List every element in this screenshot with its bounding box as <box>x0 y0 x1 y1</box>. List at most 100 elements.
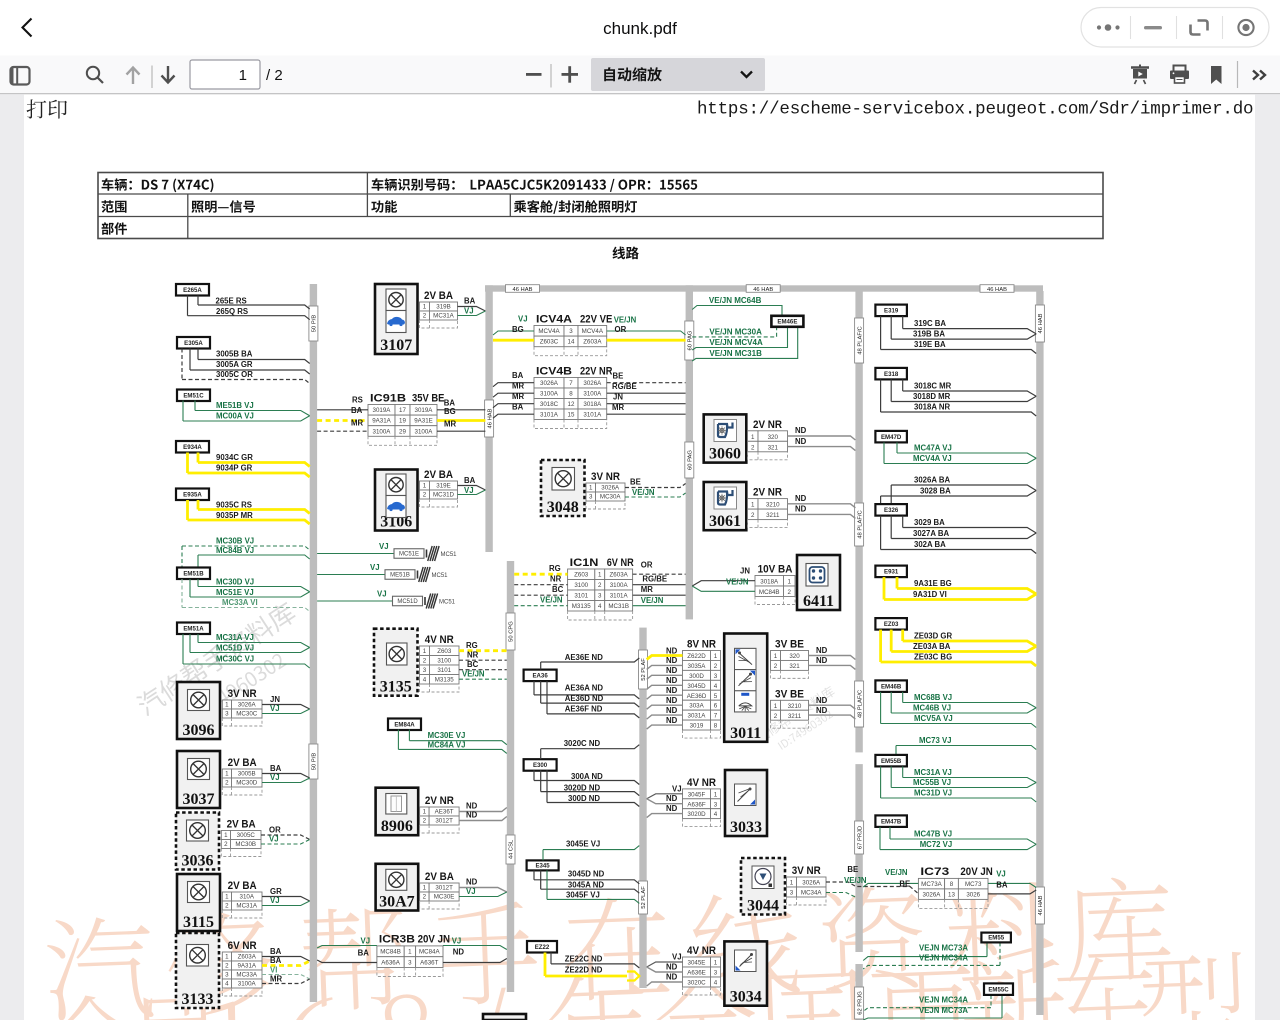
svg-text:MCV5A VJ: MCV5A VJ <box>914 714 953 723</box>
svg-text:67 PRJD: 67 PRJD <box>857 826 863 849</box>
svg-text:MR: MR <box>641 585 653 594</box>
svg-text:3011: 3011 <box>730 725 761 742</box>
svg-text:OR: OR <box>641 561 653 570</box>
svg-text:46 HAB: 46 HAB <box>513 287 533 293</box>
svg-text:6: 6 <box>714 703 718 710</box>
svg-text:ND: ND <box>795 426 807 435</box>
svg-text:3101: 3101 <box>574 593 588 600</box>
svg-text:4: 4 <box>714 683 718 690</box>
svg-text:2: 2 <box>774 713 778 720</box>
svg-text:6V NR: 6V NR <box>607 557 634 569</box>
svg-text:MC47A VJ: MC47A VJ <box>914 444 952 453</box>
svg-text:52 PLAF: 52 PLAF <box>641 658 647 681</box>
svg-text:EM55B: EM55B <box>881 758 902 765</box>
svg-text:ND: ND <box>795 505 807 514</box>
svg-text:VEJN MC73A: VEJN MC73A <box>919 944 968 953</box>
svg-text:ZE03A BA: ZE03A BA <box>913 642 951 651</box>
svg-text:ND: ND <box>666 646 678 655</box>
svg-text:VJ: VJ <box>466 887 476 896</box>
svg-text:2: 2 <box>423 313 427 320</box>
svg-text:310A: 310A <box>240 894 255 901</box>
svg-text:2: 2 <box>714 663 718 670</box>
svg-text:3005B BA: 3005B BA <box>216 350 253 359</box>
svg-text:AE36T: AE36T <box>435 809 454 816</box>
svg-text:MC73A: MC73A <box>921 881 943 888</box>
svg-text:2: 2 <box>774 663 778 670</box>
svg-text:EM46B: EM46B <box>881 683 902 690</box>
svg-text:2: 2 <box>788 589 792 596</box>
svg-text:E305A: E305A <box>184 340 203 347</box>
svg-text:1: 1 <box>790 880 794 887</box>
svg-text:A636E: A636E <box>687 970 706 977</box>
svg-text:GR: GR <box>270 887 282 896</box>
svg-text:MC31A: MC31A <box>236 903 258 910</box>
svg-text:303A: 303A <box>689 703 704 710</box>
svg-text:ICR3B: ICR3B <box>379 934 415 946</box>
svg-text:60 PAG: 60 PAG <box>688 450 694 470</box>
svg-text:1: 1 <box>225 894 229 901</box>
svg-text:9035P MR: 9035P MR <box>216 511 253 520</box>
svg-text:3210: 3210 <box>788 703 802 710</box>
svg-text:MC51: MC51 <box>441 552 458 558</box>
svg-text:3045A ND: 3045A ND <box>568 880 604 889</box>
svg-text:46 HAB: 46 HAB <box>1038 895 1044 915</box>
svg-text:44 CSL: 44 CSL <box>509 839 515 859</box>
svg-text:BC: BC <box>552 585 564 594</box>
svg-text:3048: 3048 <box>547 499 579 516</box>
svg-text:VE/JN: VE/JN <box>885 868 908 877</box>
svg-text:VE/JN: VE/JN <box>641 596 664 605</box>
svg-text:3026A BA: 3026A BA <box>914 476 950 485</box>
svg-text:Z603: Z603 <box>437 648 452 655</box>
svg-text:ND: ND <box>666 686 678 695</box>
svg-text:1: 1 <box>224 832 228 839</box>
svg-text:EM55C: EM55C <box>988 986 1009 993</box>
svg-text:VE/JN: VE/JN <box>632 488 655 497</box>
svg-text:AE36D: AE36D <box>687 693 707 700</box>
svg-text:2V NR: 2V NR <box>425 795 454 807</box>
svg-text:VJ: VJ <box>464 307 474 316</box>
svg-text:3045E: 3045E <box>688 960 706 967</box>
svg-text:2: 2 <box>423 894 427 901</box>
svg-text:3: 3 <box>714 970 718 977</box>
svg-text:MC31B: MC31B <box>608 603 629 610</box>
svg-text:BA: BA <box>464 297 476 306</box>
svg-text:3101A: 3101A <box>540 412 559 419</box>
svg-text:BA: BA <box>351 406 363 415</box>
svg-text:ND: ND <box>666 696 678 705</box>
svg-text:319E: 319E <box>436 483 450 490</box>
svg-text:MR: MR <box>270 975 282 984</box>
svg-text:MC84B: MC84B <box>759 589 780 596</box>
svg-text:VJ: VJ <box>996 870 1006 879</box>
svg-text:50 P/B: 50 P/B <box>312 753 318 771</box>
svg-text:321: 321 <box>789 663 800 670</box>
svg-text:MC51E VJ: MC51E VJ <box>216 588 254 597</box>
svg-text:17: 17 <box>399 407 406 414</box>
svg-text:E300: E300 <box>533 762 548 769</box>
svg-text:46 HAB: 46 HAB <box>487 408 493 428</box>
svg-text:BA: BA <box>464 476 476 485</box>
svg-text:46 HAB: 46 HAB <box>987 287 1007 293</box>
svg-text:MCV4A: MCV4A <box>538 328 560 335</box>
svg-text:3: 3 <box>408 960 412 967</box>
svg-text:3115: 3115 <box>183 914 214 931</box>
svg-text:9A31A: 9A31A <box>237 963 256 970</box>
svg-text:2: 2 <box>224 841 228 848</box>
svg-text:3018A: 3018A <box>583 401 602 408</box>
svg-text:4: 4 <box>714 980 718 987</box>
svg-text:3018A NR: 3018A NR <box>914 403 950 412</box>
svg-text:4: 4 <box>714 811 718 818</box>
svg-text:VJ: VJ <box>452 937 462 946</box>
svg-text:MR: MR <box>444 420 456 429</box>
svg-text:1: 1 <box>751 434 755 441</box>
svg-text:MC51: MC51 <box>439 600 456 606</box>
svg-text:MC30D VJ: MC30D VJ <box>216 578 254 587</box>
svg-text:60 PAG: 60 PAG <box>688 330 694 350</box>
svg-text:E326: E326 <box>884 507 899 514</box>
svg-text:2: 2 <box>598 582 602 589</box>
svg-text:MC34A: MC34A <box>801 890 823 897</box>
svg-text:MC51D VJ: MC51D VJ <box>216 644 254 653</box>
svg-text:MC51D: MC51D <box>397 599 418 605</box>
svg-text:EM55: EM55 <box>988 935 1005 942</box>
svg-text:ND: ND <box>816 696 828 705</box>
svg-text:9034C GR: 9034C GR <box>216 453 253 462</box>
